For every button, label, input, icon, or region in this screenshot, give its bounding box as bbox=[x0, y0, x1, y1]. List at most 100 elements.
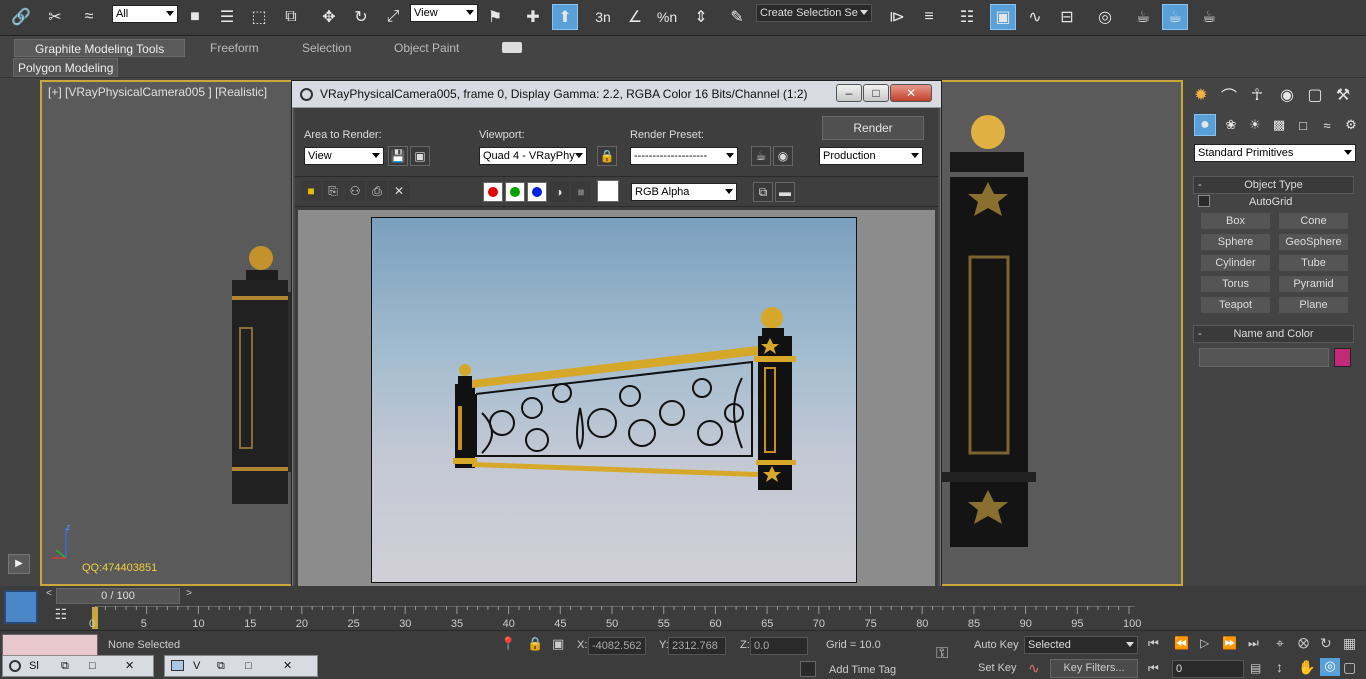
window-1-maximize-icon[interactable]: □ bbox=[89, 656, 96, 676]
save-image-icon[interactable]: ■ bbox=[301, 181, 321, 201]
reference-coordinate-dropdown[interactable]: View bbox=[410, 4, 478, 22]
percent-snap-icon[interactable]: %n bbox=[654, 4, 680, 30]
spacewarps-icon[interactable]: ≈ bbox=[1316, 114, 1338, 136]
autogrid-checkbox[interactable] bbox=[1198, 195, 1210, 207]
clear-icon[interactable]: ✕ bbox=[389, 181, 409, 201]
previous-frame-icon[interactable]: ⏪ bbox=[1174, 636, 1189, 650]
auto-key-button[interactable]: Auto Key bbox=[974, 639, 1019, 651]
go-to-start-icon[interactable]: ⏮ bbox=[1148, 636, 1159, 651]
next-frame-button-icon[interactable]: ⏩ bbox=[1222, 636, 1237, 650]
schematic-view-icon[interactable]: ⊟ bbox=[1054, 4, 1080, 30]
environment-icon[interactable]: ◉ bbox=[773, 146, 793, 166]
green-channel-button[interactable] bbox=[505, 182, 525, 202]
geosphere-button[interactable]: GeoSphere bbox=[1278, 233, 1349, 251]
tab-object-paint[interactable]: Object Paint bbox=[374, 39, 479, 57]
teapot-button[interactable]: Teapot bbox=[1200, 296, 1271, 314]
field-of-view-icon[interactable]: ▢ bbox=[1343, 659, 1356, 676]
key-mode-toggle-icon[interactable]: ⏮ bbox=[1148, 661, 1159, 676]
add-time-tag-button[interactable]: Add Time Tag bbox=[829, 664, 896, 676]
clone-window-icon[interactable]: ⚇ bbox=[345, 181, 365, 201]
rendered-frame-icon[interactable]: ☕ bbox=[1162, 4, 1188, 30]
monochrome-icon[interactable]: ■ bbox=[571, 182, 591, 202]
rendered-frame-window[interactable]: VRayPhysicalCamera005, frame 0, Display … bbox=[291, 80, 942, 597]
window-1-close-icon[interactable]: ✕ bbox=[125, 656, 134, 676]
lock-icon[interactable]: 🔒 bbox=[597, 146, 617, 166]
manipulate-icon[interactable]: ✚ bbox=[520, 4, 546, 30]
move-icon[interactable]: ✥ bbox=[316, 4, 342, 30]
curve-editor-icon[interactable]: ∿ bbox=[1022, 4, 1048, 30]
dialog-titlebar[interactable]: VRayPhysicalCamera005, frame 0, Display … bbox=[292, 81, 941, 108]
area-to-render-dropdown[interactable]: View bbox=[304, 147, 384, 165]
cameras-icon[interactable]: ▩ bbox=[1268, 114, 1290, 136]
maxscript-listener[interactable] bbox=[2, 634, 98, 656]
pyramid-button[interactable]: Pyramid bbox=[1278, 275, 1349, 293]
selection-lock-icon[interactable]: 🔒 bbox=[527, 636, 543, 652]
key-mode-dropdown[interactable]: Selected bbox=[1024, 636, 1138, 654]
cylinder-button[interactable]: Cylinder bbox=[1200, 254, 1271, 272]
ribbon-options-icon[interactable] bbox=[502, 42, 522, 53]
taskbar-window-2[interactable]: V ⧉ □ ✕ bbox=[164, 655, 318, 677]
close-button[interactable]: ✕ bbox=[890, 84, 932, 102]
render-setup-small-icon[interactable]: ☕ bbox=[751, 146, 771, 166]
utilities-tab-icon[interactable]: ⚒ bbox=[1330, 82, 1356, 108]
x-coordinate-field[interactable]: -4082.562 bbox=[588, 637, 646, 655]
window-2-close-icon[interactable]: ✕ bbox=[283, 656, 292, 676]
edit-named-selection-icon[interactable]: ✎ bbox=[724, 4, 750, 30]
absolute-mode-icon[interactable]: ▣ bbox=[552, 636, 564, 652]
auto-region-icon[interactable]: ▣ bbox=[410, 146, 430, 166]
object-color-swatch[interactable] bbox=[1334, 348, 1351, 367]
select-object-icon[interactable]: ■ bbox=[182, 4, 208, 30]
create-tab-icon[interactable]: ✹ bbox=[1188, 82, 1214, 108]
blue-channel-button[interactable] bbox=[527, 182, 547, 202]
set-key-button[interactable]: Set Key bbox=[978, 662, 1017, 674]
selection-filter-dropdown[interactable]: All bbox=[112, 5, 178, 23]
viewport-dropdown[interactable]: Quad 4 - VRayPhy bbox=[479, 147, 587, 165]
render-preset-dropdown[interactable]: -------------------- bbox=[630, 147, 738, 165]
display-tab-icon[interactable]: ▢ bbox=[1302, 82, 1328, 108]
toggle-ui-overlay-icon[interactable]: ⧉ bbox=[753, 182, 773, 202]
production-mode-dropdown[interactable]: Production bbox=[819, 147, 923, 165]
modify-tab-icon[interactable]: ⌒ bbox=[1216, 82, 1242, 108]
zoom-all-icon[interactable]: ⭙ bbox=[1298, 635, 1309, 652]
rect-region-icon[interactable]: ⬚ bbox=[246, 4, 272, 30]
pan-icon[interactable]: ✋ bbox=[1298, 659, 1315, 676]
keyboard-shortcut-override-icon[interactable]: ⬆ bbox=[552, 4, 578, 30]
maximize-button[interactable]: □ bbox=[863, 84, 889, 102]
key-icon[interactable]: ⚿ bbox=[936, 645, 948, 663]
box-button[interactable]: Box bbox=[1200, 212, 1271, 230]
bind-spacewarp-icon[interactable]: ≈ bbox=[76, 4, 102, 30]
object-name-input[interactable] bbox=[1199, 348, 1329, 367]
go-to-end-icon[interactable]: ⏭ bbox=[1248, 636, 1259, 651]
polygon-modeling-button[interactable]: Polygon Modeling bbox=[13, 58, 119, 77]
red-channel-button[interactable] bbox=[483, 182, 503, 202]
pivot-icon[interactable]: ⚑ bbox=[482, 4, 508, 30]
spinner-snap-icon[interactable]: ⇕ bbox=[688, 4, 714, 30]
snap-toggle-icon[interactable]: 3n bbox=[590, 4, 616, 30]
hierarchy-tab-icon[interactable]: ☥ bbox=[1244, 82, 1270, 108]
render-teapot-icon[interactable]: ☕ bbox=[1196, 4, 1222, 30]
minimize-button[interactable]: – bbox=[836, 84, 862, 102]
rotate-icon[interactable]: ↻ bbox=[348, 4, 374, 30]
isolate-icon[interactable]: 📍 bbox=[500, 636, 516, 652]
lights-icon[interactable]: ☀ bbox=[1244, 114, 1266, 136]
rendered-image[interactable] bbox=[371, 217, 857, 583]
play-viewport-icon[interactable]: ▶ bbox=[8, 554, 30, 574]
select-by-name-icon[interactable]: ☰ bbox=[214, 4, 240, 30]
sphere-button[interactable]: Sphere bbox=[1200, 233, 1271, 251]
window-crossing-icon[interactable]: ⧉ bbox=[278, 4, 304, 30]
window-2-restore-icon[interactable]: ⧉ bbox=[217, 656, 225, 676]
play-icon[interactable]: ▷ bbox=[1200, 636, 1209, 650]
tab-freeform[interactable]: Freeform bbox=[190, 39, 279, 57]
tab-graphite-modeling-tools[interactable]: Graphite Modeling Tools bbox=[14, 39, 186, 57]
named-selection-set-dropdown[interactable]: Create Selection Se bbox=[756, 4, 872, 22]
dolly-icon[interactable]: ↕ bbox=[1276, 659, 1283, 675]
unlink-icon[interactable]: ✂ bbox=[42, 4, 68, 30]
motion-tab-icon[interactable]: ◉ bbox=[1274, 82, 1300, 108]
orbit-icon[interactable]: ↻ bbox=[1320, 635, 1332, 652]
layer-manager-icon[interactable]: ☷ bbox=[954, 4, 980, 30]
render-button[interactable]: Render bbox=[822, 116, 924, 140]
align-icon[interactable]: ≡ bbox=[916, 4, 942, 30]
primitive-category-dropdown[interactable]: Standard Primitives bbox=[1194, 144, 1356, 162]
edit-region-icon[interactable]: 💾 bbox=[388, 146, 408, 166]
object-type-rollout[interactable]: - Object Type bbox=[1193, 176, 1354, 194]
